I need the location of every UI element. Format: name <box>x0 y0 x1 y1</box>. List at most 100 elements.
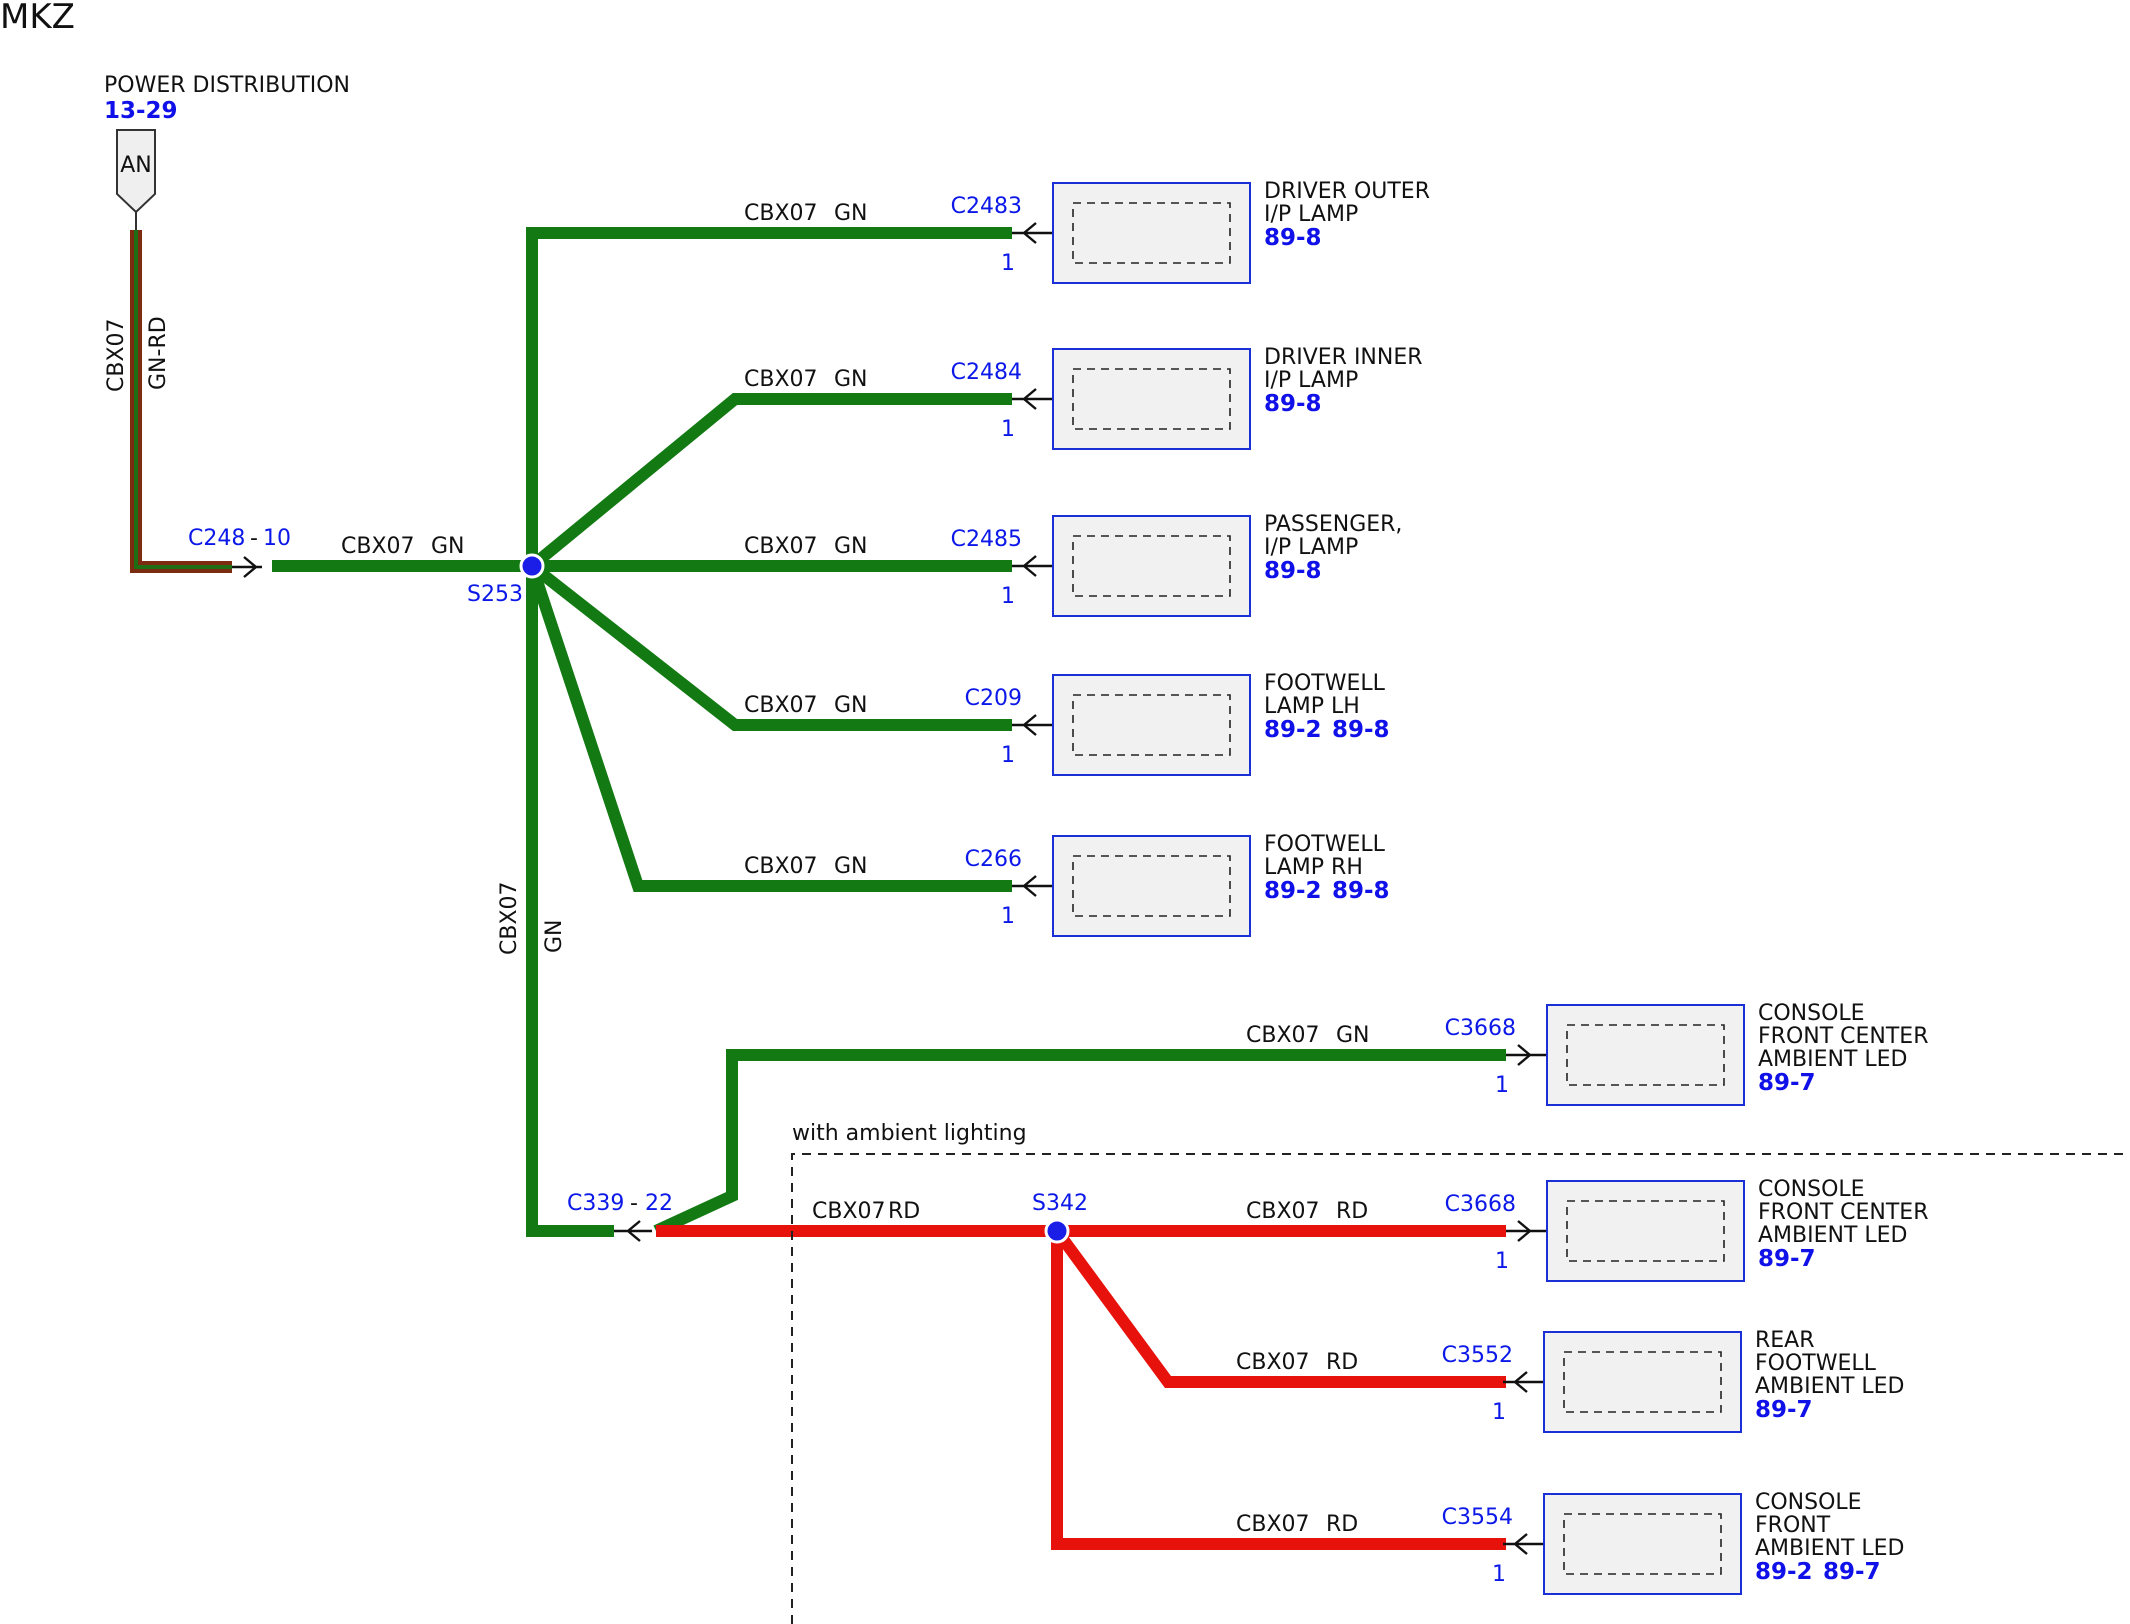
c339-connector-icon <box>614 1220 652 1242</box>
component-page-link[interactable]: 89-8 <box>1332 878 1390 904</box>
component-name-line: I/P LAMP <box>1264 202 1358 227</box>
component-name-line: FOOTWELL <box>1755 1351 1877 1376</box>
component-name-line: FRONT CENTER <box>1758 1024 1929 1049</box>
component-c3554-8[interactable] <box>1543 1493 1742 1595</box>
s342-splice-icon[interactable] <box>1044 1218 1070 1244</box>
component-name-line: PASSENGER, <box>1264 512 1402 537</box>
c248-pin-label: 10 <box>263 526 291 551</box>
wire-circuit-label: CBX07 <box>744 201 818 226</box>
s253-label: S253 <box>467 582 523 607</box>
component-name-line: AMBIENT LED <box>1755 1536 1905 1561</box>
wire-circuit-label: CBX07 <box>744 534 818 559</box>
component-page-link[interactable]: 89-2 <box>1755 1559 1813 1585</box>
c248-connector-icon <box>232 556 262 578</box>
component-name-line: REAR <box>1755 1328 1815 1353</box>
component-name-line: AMBIENT LED <box>1755 1374 1905 1399</box>
connector-label-c209-3[interactable]: C209 <box>965 686 1022 711</box>
component-page-link[interactable]: 89-7 <box>1758 1070 1816 1096</box>
wire-color-label: RD <box>1326 1350 1358 1375</box>
connector-label-c266-4[interactable]: C266 <box>965 847 1022 872</box>
component-page-link[interactable]: 89-2 <box>1264 717 1322 743</box>
component-page-link[interactable]: 89-7 <box>1823 1559 1881 1585</box>
fuse-label: AN <box>120 153 152 178</box>
connector-pin-label: 1 <box>1001 417 1015 442</box>
component-name-line: I/P LAMP <box>1264 535 1358 560</box>
connector-pin-label: 1 <box>1492 1562 1506 1587</box>
red-main-wire-circuit: CBX07 <box>812 1199 886 1224</box>
wire-color-label: RD <box>1336 1199 1368 1224</box>
connector-pin-label: 1 <box>1001 743 1015 768</box>
component-name-line: I/P LAMP <box>1264 368 1358 393</box>
c248-dash: - <box>250 526 258 551</box>
wire-color-label: GN <box>834 534 868 559</box>
component-page-link[interactable]: 89-8 <box>1332 717 1390 743</box>
component-page-link[interactable]: 89-8 <box>1264 225 1322 251</box>
wire-circuit-label: CBX07 <box>1236 1512 1310 1537</box>
s342-label: S342 <box>1032 1191 1088 1216</box>
component-name-line: FOOTWELL <box>1264 671 1386 696</box>
component-page-link[interactable]: 89-7 <box>1755 1397 1813 1423</box>
component-c3552-7[interactable] <box>1543 1331 1742 1433</box>
wire-color-label: RD <box>1326 1512 1358 1537</box>
component-c3668-5[interactable] <box>1546 1004 1745 1106</box>
trunk-color-label: GN <box>542 919 567 953</box>
component-c2484-1[interactable] <box>1052 348 1251 450</box>
wire-color-label: GN <box>834 854 868 879</box>
c339-pin-label: 22 <box>645 1191 673 1216</box>
component-name-line: LAMP LH <box>1264 694 1360 719</box>
trunk-wire[interactable] <box>526 566 614 1237</box>
component-name-line: AMBIENT LED <box>1758 1223 1908 1248</box>
component-c266-4[interactable] <box>1052 835 1251 937</box>
component-page-link[interactable]: 89-2 <box>1264 878 1322 904</box>
wire-color-label: GN <box>834 367 868 392</box>
connector-label-c3552-7[interactable]: C3552 <box>1442 1343 1513 1368</box>
ambient-option-box <box>791 1153 2130 1624</box>
connector-label-c2483-0[interactable]: C2483 <box>951 194 1022 219</box>
feed-color-label: GN-RD <box>146 316 171 390</box>
component-c2483-0[interactable] <box>1052 182 1251 284</box>
feed-wire-outer[interactable] <box>130 230 232 573</box>
wire-circuit-label: CBX07 <box>1246 1023 1320 1048</box>
feed-wire-stripe <box>134 230 232 569</box>
component-name-line: CONSOLE <box>1758 1001 1865 1026</box>
component-name-line: AMBIENT LED <box>1758 1047 1908 1072</box>
connector-pin-label: 1 <box>1001 904 1015 929</box>
component-c209-3[interactable] <box>1052 674 1251 776</box>
wire-color-label: GN <box>834 201 868 226</box>
component-c3668-6[interactable] <box>1546 1180 1745 1282</box>
component-c2485-2[interactable] <box>1052 515 1251 617</box>
c248-connector-label[interactable]: C248 <box>188 526 245 551</box>
page-title: MKZ <box>0 0 75 37</box>
component-name-line: DRIVER INNER <box>1264 345 1423 370</box>
component-page-link[interactable]: 89-7 <box>1758 1246 1816 1272</box>
wire-circuit-label: CBX07 <box>744 367 818 392</box>
ambient-option-label: with ambient lighting <box>792 1121 1027 1146</box>
connector-pin-label: 1 <box>1495 1249 1509 1274</box>
wire-circuit-label: CBX07 <box>744 854 818 879</box>
wire-color-label: GN <box>1336 1023 1370 1048</box>
connector-label-c3668-6[interactable]: C3668 <box>1445 1192 1516 1217</box>
connector-pin-label: 1 <box>1495 1073 1509 1098</box>
power-distribution-label: POWER DISTRIBUTION <box>104 73 350 98</box>
connector-label-c3668-5[interactable]: C3668 <box>1445 1016 1516 1041</box>
red-main-wire-color: RD <box>888 1199 920 1224</box>
wire-color-label: GN <box>834 693 868 718</box>
component-name-line: LAMP RH <box>1264 855 1363 880</box>
power-distribution-page-link[interactable]: 13-29 <box>104 98 178 124</box>
connector-label-c2484-1[interactable]: C2484 <box>951 360 1022 385</box>
feed-circuit-label: CBX07 <box>104 318 129 392</box>
connector-pin-label: 1 <box>1492 1400 1506 1425</box>
c339-connector-label[interactable]: C339 <box>567 1191 624 1216</box>
component-page-link[interactable]: 89-8 <box>1264 558 1322 584</box>
s253-splice-icon[interactable] <box>519 553 545 579</box>
component-page-link[interactable]: 89-8 <box>1264 391 1322 417</box>
connector-label-c3554-8[interactable]: C3554 <box>1442 1505 1513 1530</box>
component-name-line: CONSOLE <box>1758 1177 1865 1202</box>
component-name-line: FRONT CENTER <box>1758 1200 1929 1225</box>
wire-circuit-label: CBX07 <box>1246 1199 1320 1224</box>
component-name-line: FOOTWELL <box>1264 832 1386 857</box>
main-wire-circuit: CBX07 <box>341 534 415 559</box>
connector-label-c2485-2[interactable]: C2485 <box>951 527 1022 552</box>
main-wire-color: GN <box>431 534 465 559</box>
c339-dash: - <box>630 1191 638 1216</box>
